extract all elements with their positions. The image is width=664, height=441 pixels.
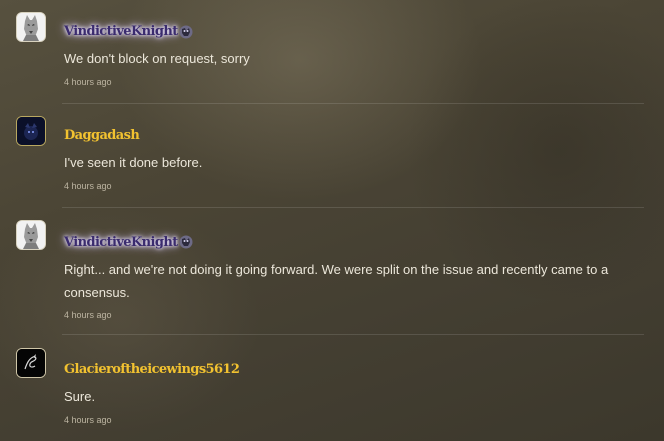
comment-item: VindictiveKnight We don't block on reque…	[0, 0, 664, 104]
comment-item: Daggadash I've seen it done before. 4 ho…	[0, 104, 664, 208]
wolf-avatar-icon[interactable]	[16, 12, 46, 42]
comment-username[interactable]: VindictiveKnight	[64, 235, 178, 251]
comment-text: We don't block on request, sorry	[64, 51, 250, 66]
comment-username[interactable]: Glacieroftheicewings5612	[64, 362, 240, 378]
comment-username[interactable]: VindictiveKnight	[64, 24, 178, 40]
comment-thread: VindictiveKnight We don't block on reque…	[0, 0, 664, 441]
comment-text: Sure.	[64, 389, 96, 404]
moderator-badge-icon	[178, 234, 194, 250]
moderator-badge-icon	[178, 24, 194, 40]
comment-text: I've seen it done before.	[64, 155, 203, 170]
dark-creature-avatar-icon[interactable]	[16, 116, 46, 146]
comment-timestamp[interactable]: 4 hours ago	[64, 76, 112, 88]
comment-text: Right... and we're not doing it going fo…	[64, 262, 609, 300]
comment-timestamp[interactable]: 4 hours ago	[64, 414, 112, 426]
wolf-avatar-icon[interactable]	[16, 220, 46, 250]
dragon-sketch-avatar-icon[interactable]	[16, 348, 46, 378]
comment-username[interactable]: Daggadash	[64, 128, 140, 144]
comment-item: VindictiveKnight Right... and we're not …	[0, 208, 664, 335]
comment-item: Glacieroftheicewings5612 Sure. 4 hours a…	[0, 335, 664, 441]
comment-timestamp[interactable]: 4 hours ago	[64, 309, 112, 321]
comment-timestamp[interactable]: 4 hours ago	[64, 180, 112, 192]
